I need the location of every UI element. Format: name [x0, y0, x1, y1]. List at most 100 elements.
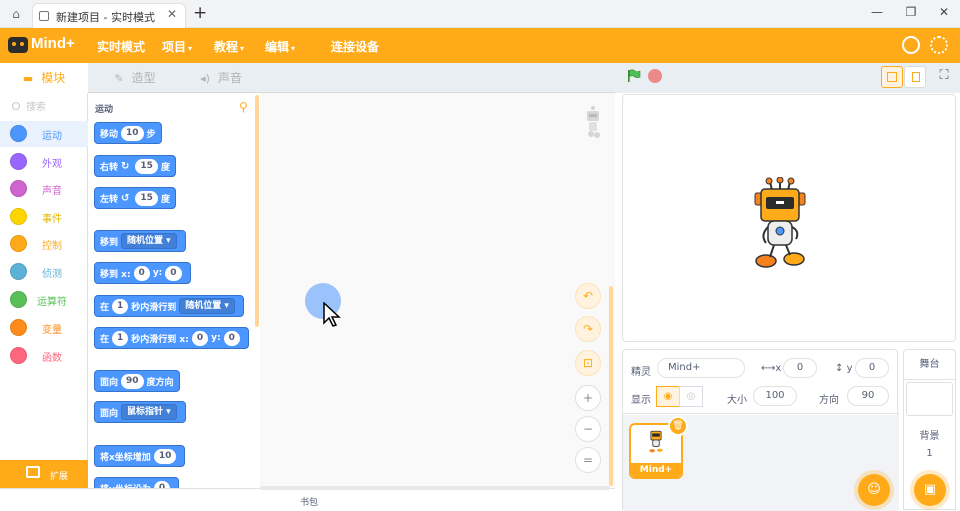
- menu-tutorial[interactable]: 教程 ▾: [214, 38, 244, 55]
- category-looks[interactable]: 外观: [0, 149, 88, 175]
- category-control[interactable]: 控制: [0, 231, 88, 257]
- category-sound[interactable]: 声音: [0, 176, 88, 202]
- glide-xy-block[interactable]: 在 1 秒内滑行到 x: 0 y: 0: [94, 327, 249, 349]
- zoom-out-button[interactable]: −: [575, 416, 601, 442]
- trash-icon[interactable]: 🗑: [668, 416, 688, 436]
- tab-costumes[interactable]: ✎ 造型: [100, 63, 170, 93]
- restore-button[interactable]: ❐: [902, 5, 920, 19]
- category-label: 事件: [42, 214, 62, 225]
- pin-icon[interactable]: ⚲: [239, 100, 248, 114]
- block-text: y:: [152, 268, 163, 278]
- move-steps-block[interactable]: 移动 10 步: [94, 122, 162, 144]
- category-events[interactable]: 事件: [0, 204, 88, 230]
- glide-to-block[interactable]: 在 1 秒内滑行到 随机位置 ▾: [94, 295, 244, 317]
- y-label: ↕ y: [835, 363, 853, 374]
- size-input[interactable]: 100: [753, 386, 797, 406]
- extensions-button[interactable]: 扩展: [0, 460, 88, 488]
- number-input[interactable]: 0: [165, 265, 182, 281]
- sprite-name-input[interactable]: Mind+: [657, 358, 745, 378]
- number-input[interactable]: 0: [153, 480, 171, 488]
- backpack-bar[interactable]: 书包: [0, 486, 615, 510]
- set-y-block[interactable]: 将y坐标设为0: [94, 477, 180, 488]
- category-motion[interactable]: 运动: [0, 121, 88, 147]
- menu-label: 教程: [214, 40, 239, 54]
- tab-blocks[interactable]: ▬ 模块: [0, 63, 88, 93]
- extensions-label: 扩展: [50, 472, 69, 482]
- redo-button[interactable]: ↷: [575, 316, 601, 342]
- search-input[interactable]: 搜索: [12, 98, 46, 113]
- zoom-in-button[interactable]: +: [575, 385, 601, 411]
- dropdown-input[interactable]: 随机位置 ▾: [179, 298, 235, 314]
- home-icon[interactable]: ⌂: [8, 6, 24, 22]
- block-text: 秒内滑行到 x:: [131, 334, 189, 345]
- large-stage-button[interactable]: [904, 66, 926, 88]
- robot-logo-icon: [8, 37, 28, 53]
- dropdown-input[interactable]: 随机位置 ▾: [121, 233, 177, 249]
- small-stage-button[interactable]: [881, 66, 903, 88]
- number-input[interactable]: 0: [223, 330, 240, 346]
- menu-realtime-mode[interactable]: 实时模式: [97, 38, 145, 55]
- block-text: 在: [100, 334, 110, 345]
- menu-connect-device[interactable]: 连接设备: [331, 38, 379, 55]
- hide-sprite-button[interactable]: ◎: [679, 386, 703, 407]
- menu-edit[interactable]: 编辑 ▾: [265, 38, 295, 55]
- category-label: 函数: [42, 353, 62, 364]
- change-x-block[interactable]: 将x坐标增加 10: [94, 445, 186, 467]
- add-sprite-button[interactable]: ☺: [858, 474, 890, 506]
- number-input[interactable]: 10: [121, 125, 144, 141]
- direction-input[interactable]: 90: [847, 386, 889, 406]
- category-functions[interactable]: 函数: [0, 343, 88, 369]
- number-input[interactable]: 10: [153, 448, 177, 464]
- block-text: 将x坐标增加: [100, 452, 151, 463]
- gear-icon[interactable]: [930, 36, 948, 54]
- close-window-button[interactable]: ✕: [935, 5, 953, 19]
- browser-tab[interactable]: 新建项目 - 实时模式 ✕: [32, 3, 186, 28]
- block-text: 度: [160, 194, 170, 205]
- menu-project[interactable]: 项目 ▾: [162, 38, 192, 55]
- horizontal-scrollbar[interactable]: [260, 486, 610, 490]
- minimize-button[interactable]: —: [868, 5, 886, 19]
- tab-close-icon[interactable]: ✕: [167, 7, 177, 21]
- number-input[interactable]: 15: [135, 190, 158, 206]
- mind-plus-robot-sprite[interactable]: [752, 177, 808, 273]
- number-input[interactable]: 0: [191, 330, 209, 346]
- category-variables[interactable]: 变量: [0, 315, 88, 341]
- category-label: 控制: [42, 241, 62, 252]
- green-flag-icon[interactable]: [627, 69, 641, 83]
- zoom-reset-button[interactable]: =: [575, 447, 601, 473]
- turn-left-block[interactable]: 左转 ↺ 15 度: [94, 187, 176, 209]
- number-input[interactable]: 15: [135, 158, 158, 174]
- robot-account-icon[interactable]: [902, 36, 920, 54]
- point-direction-block[interactable]: 面向 90 度方向: [94, 370, 180, 392]
- number-input[interactable]: 1: [112, 330, 129, 346]
- category-sensing[interactable]: 侦测: [0, 259, 88, 285]
- y-position-input[interactable]: 0: [855, 358, 889, 378]
- blocks-icon: ▬: [22, 72, 34, 85]
- goto-xy-block[interactable]: 移到 x: 0 y: 0: [94, 262, 191, 284]
- point-towards-block[interactable]: 面向 鼠标指针 ▾: [94, 401, 186, 423]
- workspace-scrollbar[interactable]: [609, 286, 613, 486]
- backdrop-label: 背景: [919, 431, 940, 442]
- turn-right-block[interactable]: 右转 ↻ 15 度: [94, 155, 176, 177]
- dropdown-input[interactable]: 鼠标指针 ▾: [121, 404, 177, 420]
- block-text: 左转: [100, 194, 119, 205]
- add-backdrop-button[interactable]: ▣: [914, 474, 946, 506]
- tab-sounds[interactable]: ◂) 声音: [186, 63, 256, 93]
- goto-block[interactable]: 移到 随机位置 ▾: [94, 230, 186, 252]
- number-input[interactable]: 1: [112, 298, 129, 314]
- new-tab-button[interactable]: +: [193, 3, 207, 23]
- stop-icon[interactable]: [648, 69, 662, 83]
- undo-button[interactable]: ↶: [575, 283, 601, 309]
- number-input[interactable]: 90: [121, 373, 144, 389]
- mind-plus-logo: Mind+: [8, 34, 92, 56]
- clean-up-button[interactable]: ⊡: [575, 350, 601, 376]
- category-label: 外观: [42, 159, 62, 170]
- show-sprite-button[interactable]: ◉: [656, 386, 680, 407]
- stage-canvas[interactable]: [622, 94, 956, 342]
- number-input[interactable]: 0: [133, 265, 150, 281]
- fullscreen-icon[interactable]: ⛶: [933, 66, 955, 88]
- x-position-input[interactable]: 0: [783, 358, 817, 378]
- script-workspace[interactable]: ↶ ↷ ⊡ + − =: [260, 93, 615, 488]
- category-operators[interactable]: 运算符: [0, 287, 88, 313]
- palette-scrollbar[interactable]: [255, 95, 259, 327]
